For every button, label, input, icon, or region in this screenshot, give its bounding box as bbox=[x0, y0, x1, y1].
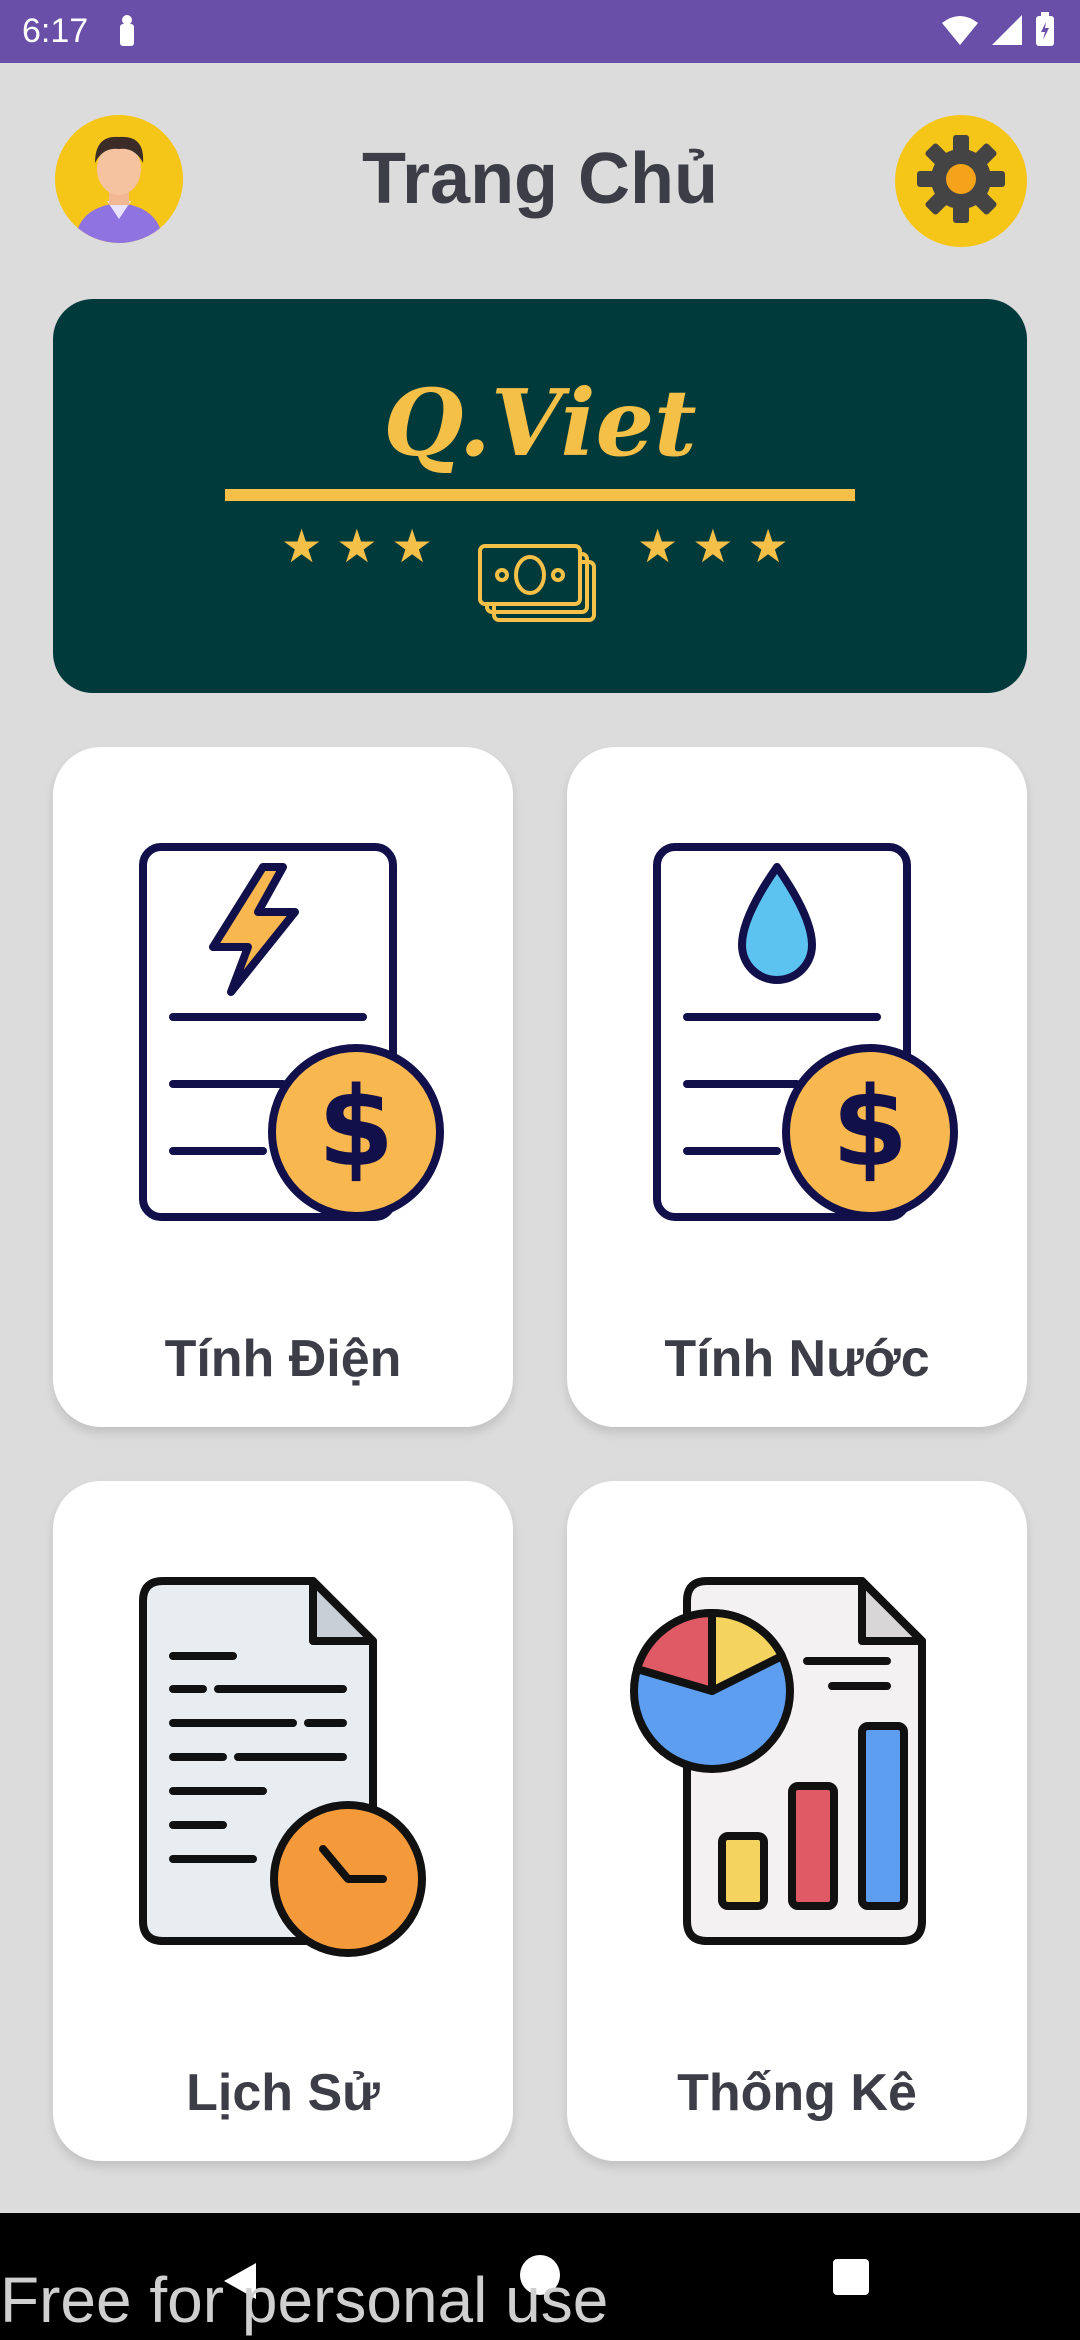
card-history[interactable]: Lịch Sử bbox=[53, 1481, 513, 2161]
status-icons bbox=[940, 12, 1056, 53]
card-label: Lịch Sử bbox=[186, 2064, 380, 2122]
gear-icon bbox=[913, 131, 1009, 232]
status-time: 6:17 bbox=[22, 12, 89, 50]
settings-button[interactable] bbox=[895, 115, 1027, 247]
card-label: Tính Điện bbox=[164, 1330, 402, 1388]
signal-icon bbox=[990, 13, 1024, 52]
card-electricity[interactable]: $ Tính Điện bbox=[53, 747, 513, 1427]
history-document-icon bbox=[113, 1561, 453, 1961]
water-bill-icon: $ bbox=[627, 827, 967, 1227]
watermark: Free for personal use bbox=[0, 2264, 609, 2336]
stars-left-icon: ★★★ bbox=[281, 520, 447, 572]
card-statistics[interactable]: Thống Kê bbox=[567, 1481, 1027, 2161]
notification-icon bbox=[116, 14, 138, 53]
banner-divider bbox=[225, 489, 855, 501]
recents-icon[interactable] bbox=[833, 2259, 869, 2295]
wifi-icon bbox=[940, 13, 980, 52]
money-icon bbox=[478, 544, 602, 635]
svg-text:$: $ bbox=[318, 1063, 395, 1191]
brand-name: Q.Viet bbox=[383, 369, 697, 477]
card-label: Thống Kê bbox=[677, 2064, 917, 2122]
electricity-bill-icon: $ bbox=[113, 827, 453, 1227]
stars-right-icon: ★★★ bbox=[637, 520, 803, 572]
card-label: Tính Nước bbox=[664, 1330, 930, 1388]
statistics-chart-icon bbox=[627, 1561, 967, 1961]
battery-icon bbox=[1034, 12, 1056, 53]
status-bar: 6:17 bbox=[0, 0, 1080, 63]
card-water[interactable]: $ Tính Nước bbox=[567, 747, 1027, 1427]
brand-banner: Q.Viet ★★★ ★★★ bbox=[53, 299, 1027, 693]
svg-text:$: $ bbox=[832, 1063, 909, 1191]
